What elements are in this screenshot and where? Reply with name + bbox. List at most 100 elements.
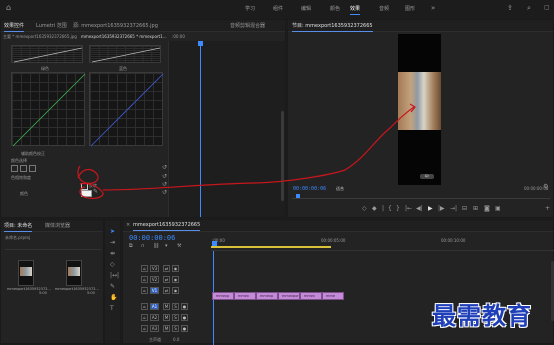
reset-icon-1[interactable]: ↺ [162,165,167,171]
track-eye-icon[interactable]: ◉ [172,265,179,272]
menu-item-2[interactable]: 编辑 [301,5,311,12]
color-selection-label[interactable]: 颜色选择 [11,158,27,164]
audio-track-header-1[interactable]: ⌂ A2 M S ● [123,312,211,323]
tab-media-browser[interactable]: 媒体浏览器 [45,222,70,229]
video-track-header-2[interactable]: ⌂ V1 ⇄ ◉ [123,285,211,296]
track-label[interactable]: V2 [150,276,159,283]
v1-clip-5[interactable]: mme [322,292,344,300]
track-sync-icon[interactable]: ⇄ [163,287,170,294]
track-label[interactable]: V3 [150,265,159,272]
menu-item-0[interactable]: 学习 [245,5,255,12]
v1-clip-0[interactable]: mmexp [212,292,234,300]
close-icon[interactable]: × [126,222,130,228]
add-button-icon[interactable]: + [545,206,550,212]
color-row-label[interactable]: 颜色 [20,191,28,197]
reset-icon-3[interactable]: ↺ [162,182,167,188]
settings-icon[interactable]: ⚙ [543,184,548,190]
track-sync-icon[interactable]: ⇄ [163,276,170,283]
timeline-playhead-head[interactable] [212,241,217,246]
curve-graph-right[interactable] [89,45,161,63]
curve-graph-left[interactable] [11,45,83,63]
reset-icon-4[interactable]: ↺ [162,190,167,196]
menu-item-6[interactable]: 图形 [405,5,415,12]
effects-mini-timeline[interactable] [168,41,285,217]
track-lock-icon[interactable]: ⌂ [141,303,148,310]
green-curve-graph[interactable] [11,72,86,147]
menu-item-1[interactable]: 组件 [273,5,283,12]
track-mute-icon[interactable]: M [163,314,170,321]
track-lock-icon[interactable]: ⌂ [141,287,148,294]
color-swatch[interactable] [81,190,92,197]
audio-track-header-0[interactable]: ⌂ A1 M S ● [123,301,211,312]
go-to-in-button[interactable]: |← [405,206,412,212]
master-value[interactable]: 0.0 [173,337,179,342]
blue-curve-graph[interactable] [89,72,164,147]
slip-tool-icon[interactable]: |↔| [110,273,119,279]
play-button[interactable]: ▶ [428,206,433,212]
program-scrub-bar[interactable] [292,194,550,199]
more-icon[interactable]: » [431,5,435,12]
step-forward-button[interactable]: |▶ [438,206,445,212]
track-eye-icon[interactable]: ◉ [172,287,179,294]
marker-button[interactable]: ◇ [362,206,367,212]
work-area-bar[interactable] [211,246,331,248]
video-track-header-1[interactable]: ⌂ V2 ⇄ ◉ [123,274,211,285]
camera-icon[interactable]: ◙ [484,206,490,212]
pen-tool-icon[interactable]: ✎ [110,284,115,290]
project-search[interactable] [5,243,101,250]
track-solo-icon[interactable]: S [172,325,179,332]
type-tool-icon[interactable]: T [110,306,114,312]
reset-icon-2[interactable]: ↺ [162,174,167,180]
track-eye-icon[interactable]: ◉ [172,276,179,283]
v1-clip-3[interactable]: mmexport [278,292,300,300]
track-mute-icon[interactable]: M [163,325,170,332]
track-mute-icon[interactable]: M [163,303,170,310]
share-icon[interactable]: ⇪ [507,5,513,12]
audio-track-header-2[interactable]: ⌂ A3 M S ● [123,323,211,334]
track-mic-icon[interactable]: ● [181,325,188,332]
track-select-icon[interactable]: ⇥ [110,240,115,246]
razor-tool-icon[interactable]: ◇ [110,262,115,268]
overwrite-icon[interactable]: ⊞ [473,206,478,212]
nest-icon[interactable]: ⧉ [129,243,133,249]
menu-item-5[interactable]: 音频 [379,5,389,12]
tab-source[interactable]: 源: mmexport1635932372665.jpg [73,22,158,29]
track-sync-icon[interactable]: ⇄ [163,265,170,272]
track-lock-icon[interactable]: ⌂ [141,325,148,332]
project-item-1[interactable]: mmexport1635932372… 5:00 [7,260,51,296]
marker-add-icon[interactable]: ▾ [165,243,168,249]
timeline-ruler[interactable]: :00:00 00:00:05:00 00:00:10:00 [211,234,554,251]
eyedropper-icon[interactable]: ✎ [93,189,98,195]
search-icon[interactable]: ⌕ [527,5,531,12]
home-icon[interactable]: ⌂ [6,4,11,12]
master-clip-label[interactable]: 主要 * mmexport1635932372665.jpg [3,34,77,40]
video-track-header-0[interactable]: ⌂ V3 ⇄ ◉ [123,263,211,274]
ripple-edit-icon[interactable]: ⇹ [110,251,115,257]
v1-clip-4[interactable]: mmex [300,292,322,300]
v1-clip-1[interactable]: mmex [234,292,256,300]
color-picker-swatches[interactable] [11,165,51,172]
v1-clip-2[interactable]: mmexp [256,292,278,300]
track-solo-icon[interactable]: S [172,314,179,321]
out-point-button[interactable]: } [396,206,400,212]
invert-checkbox[interactable] [81,183,88,190]
track-label[interactable]: V1 [150,287,159,294]
go-to-out-button[interactable]: →| [450,206,457,212]
menu-item-4[interactable]: 效果 [350,5,361,15]
compare-icon[interactable]: ▣ [495,206,501,212]
track-lock-icon[interactable]: ⌂ [141,314,148,321]
program-title[interactable]: 节目: mmexport1635932372665 [292,22,373,32]
selection-tool-icon[interactable]: ➤ [110,229,115,235]
program-timecode[interactable]: 00:00:00:06 [293,186,326,192]
tab-effect-controls[interactable]: 效果控件 [4,22,25,32]
program-playhead[interactable] [296,194,300,198]
tab-lumetri-scopes[interactable]: Lumetri 范围 [36,22,67,29]
snap-icon[interactable]: ∩ [141,243,145,249]
step-back-button[interactable]: ◀| [416,206,423,212]
project-item-2[interactable]: mmexport1635932372… 5:00 [55,260,99,296]
track-label[interactable]: A2 [150,314,159,321]
in-point-button[interactable]: { [388,206,392,212]
track-mic-icon[interactable]: ● [181,314,188,321]
hand-tool-icon[interactable]: ✋ [110,295,117,301]
track-lock-icon[interactable]: ⌂ [141,276,148,283]
